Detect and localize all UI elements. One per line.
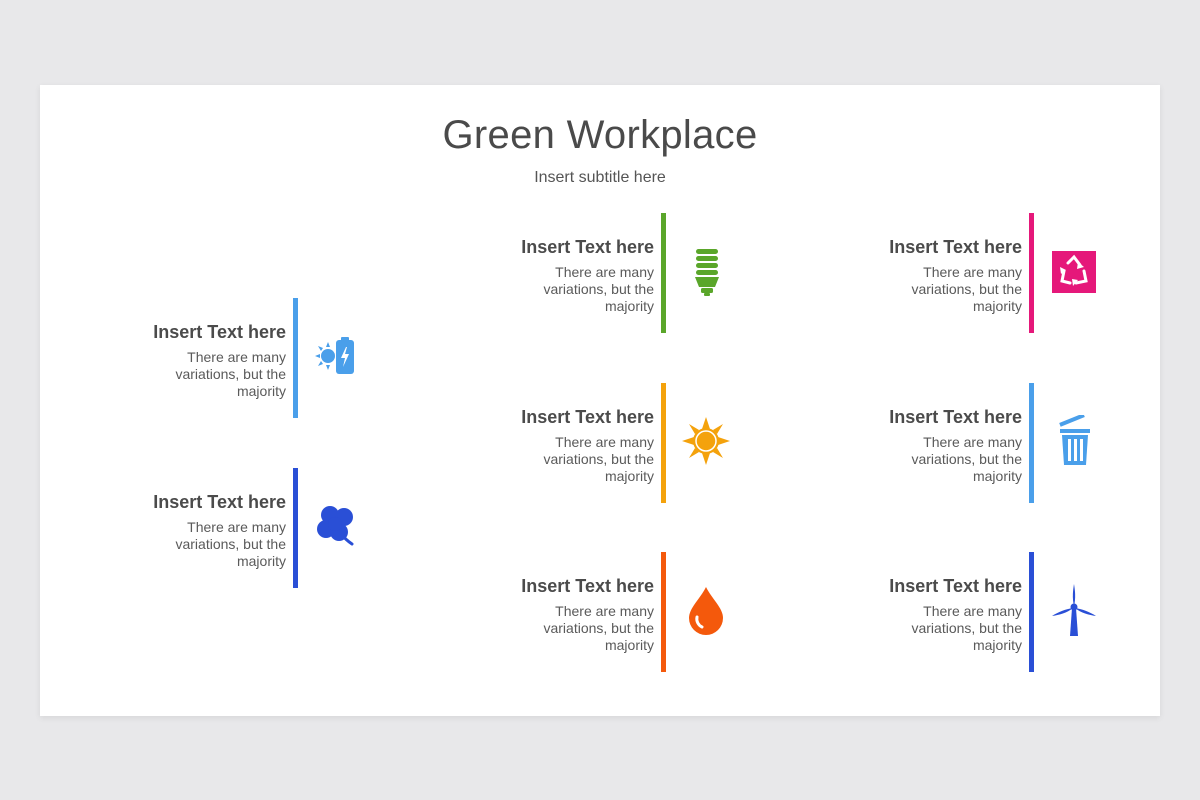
item-wind-turbine: Insert Text here There are many variatio…: [784, 552, 1096, 672]
item-text: Insert Text here There are many variatio…: [802, 576, 1022, 654]
item-accent-bar: [1029, 213, 1034, 333]
item-heading: Insert Text here: [153, 322, 286, 342]
item-text: Insert Text here There are many variatio…: [802, 237, 1022, 315]
item-heading: Insert Text here: [521, 407, 654, 427]
item-text: Insert Text here There are many variatio…: [434, 237, 654, 315]
water-drop-icon: [680, 584, 732, 636]
item-heading: Insert Text here: [153, 492, 286, 512]
item-trash-bin: Insert Text here There are many variatio…: [784, 383, 1090, 503]
item-description: There are many variations, but the major…: [175, 519, 286, 569]
item-recycle: Insert Text here There are many variatio…: [784, 213, 1096, 333]
item-accent-bar: [293, 468, 298, 588]
recycle-icon: [1048, 245, 1100, 297]
item-heading: Insert Text here: [889, 576, 1022, 596]
item-sun: Insert Text here There are many variatio…: [416, 383, 730, 503]
item-accent-bar: [293, 298, 298, 418]
item-description: There are many variations, but the major…: [543, 603, 654, 653]
item-solar-battery: Insert Text here There are many variatio…: [48, 298, 354, 418]
item-heading: Insert Text here: [889, 237, 1022, 257]
item-accent-bar: [1029, 383, 1034, 503]
item-description: There are many variations, but the major…: [911, 434, 1022, 484]
item-accent-bar: [1029, 552, 1034, 672]
item-text: Insert Text here There are many variatio…: [434, 576, 654, 654]
trash-bin-icon: [1048, 415, 1100, 467]
item-description: There are many variations, but the major…: [175, 349, 286, 399]
item-description: There are many variations, but the major…: [543, 264, 654, 314]
item-text: Insert Text here There are many variatio…: [66, 492, 286, 570]
item-text: Insert Text here There are many variatio…: [66, 322, 286, 400]
item-light-bulb: Insert Text here There are many variatio…: [416, 213, 719, 333]
item-heading: Insert Text here: [889, 407, 1022, 427]
clover-icon: [312, 500, 364, 552]
item-text: Insert Text here There are many variatio…: [434, 407, 654, 485]
slide: Green Workplace Insert subtitle here Ins…: [40, 85, 1160, 716]
item-clover: Insert Text here There are many variatio…: [48, 468, 354, 588]
item-water-drop: Insert Text here There are many variatio…: [416, 552, 723, 672]
light-bulb-icon: [680, 245, 732, 297]
item-text: Insert Text here There are many variatio…: [802, 407, 1022, 485]
item-accent-bar: [661, 552, 666, 672]
item-heading: Insert Text here: [521, 237, 654, 257]
item-accent-bar: [661, 383, 666, 503]
slide-subtitle: Insert subtitle here: [534, 169, 666, 186]
item-description: There are many variations, but the major…: [911, 603, 1022, 653]
item-description: There are many variations, but the major…: [543, 434, 654, 484]
slide-title: Green Workplace: [442, 113, 758, 157]
sun-icon: [680, 415, 732, 467]
wind-turbine-icon: [1048, 584, 1100, 636]
item-description: There are many variations, but the major…: [911, 264, 1022, 314]
solar-battery-icon: [312, 330, 364, 382]
item-heading: Insert Text here: [521, 576, 654, 596]
item-accent-bar: [661, 213, 666, 333]
